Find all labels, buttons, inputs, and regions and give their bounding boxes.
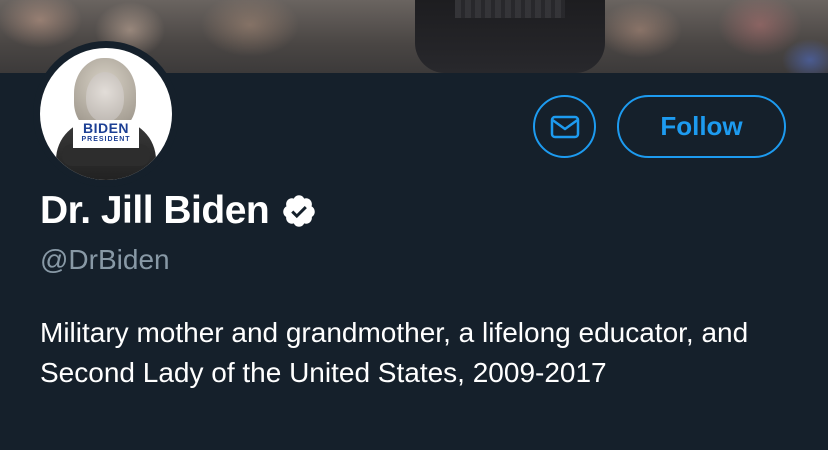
profile-avatar[interactable]: BIDEN PRESIDENT bbox=[33, 41, 179, 187]
avatar-campaign-logo: BIDEN PRESIDENT bbox=[73, 120, 139, 148]
profile-handle: @DrBiden bbox=[40, 244, 170, 275]
profile-bio: Military mother and grandmother, a lifel… bbox=[40, 317, 749, 388]
envelope-icon bbox=[550, 115, 579, 138]
profile-name-row: Dr. Jill Biden bbox=[40, 188, 317, 234]
avatar-photo: BIDEN PRESIDENT bbox=[40, 48, 172, 180]
avatar-face bbox=[86, 72, 124, 122]
avatar-logo-main-text: BIDEN bbox=[82, 120, 130, 136]
message-button[interactable] bbox=[533, 95, 596, 158]
banner-shirt-print bbox=[455, 0, 565, 18]
display-name: Dr. Jill Biden bbox=[40, 189, 270, 232]
avatar-logo-sub-text: PRESIDENT bbox=[81, 136, 131, 143]
verified-badge-icon bbox=[283, 195, 315, 227]
follow-button[interactable]: Follow bbox=[617, 95, 786, 158]
